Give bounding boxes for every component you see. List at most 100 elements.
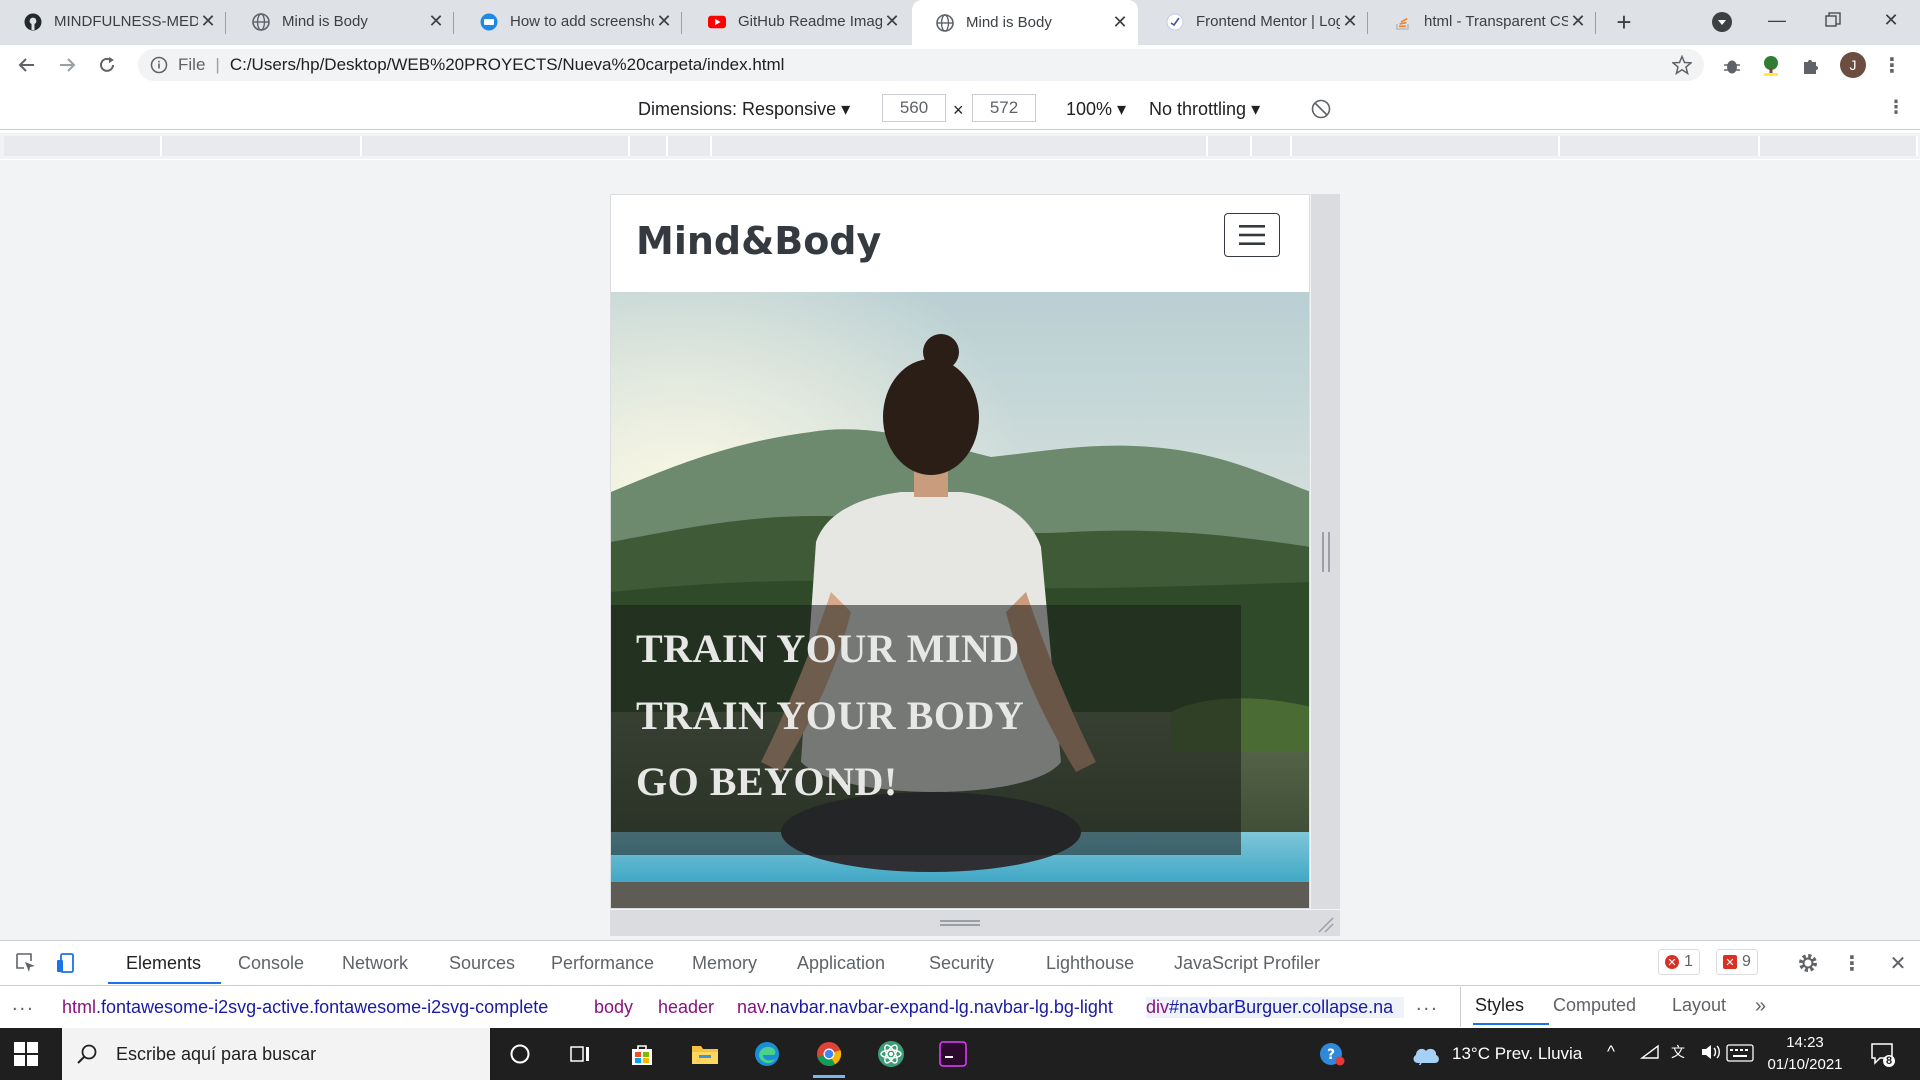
atom-icon[interactable]	[871, 1036, 911, 1072]
close-window-icon[interactable]: ✕	[1866, 0, 1916, 40]
close-tab-icon[interactable]: ✕	[198, 11, 218, 32]
inspect-element-icon[interactable]	[14, 951, 38, 975]
back-icon[interactable]	[13, 51, 41, 79]
taskbar-search[interactable]: Escribe aquí para buscar	[62, 1028, 490, 1080]
browser-tab[interactable]: Mind is Body ✕	[228, 0, 454, 43]
throttling-dropdown[interactable]: No throttling ▾	[1149, 99, 1260, 120]
keyboard-icon[interactable]	[1726, 1044, 1754, 1062]
tree-extension-icon[interactable]	[1759, 54, 1783, 78]
web-icon	[480, 13, 498, 31]
devtools-tab-network[interactable]: Network	[342, 953, 408, 974]
browser-toolbar: File | C:/Users/hp/Desktop/WEB%20PROYECT…	[0, 45, 1920, 85]
info-icon[interactable]	[150, 56, 168, 74]
task-view-icon[interactable]	[560, 1036, 600, 1072]
edge-icon[interactable]	[747, 1036, 787, 1072]
viewport-height-input[interactable]: 572	[972, 94, 1036, 122]
profile-avatar[interactable]: J	[1840, 52, 1866, 78]
site-brand[interactable]: Mind&Body	[636, 219, 881, 263]
close-tab-icon[interactable]: ✕	[882, 11, 902, 32]
browser-tab[interactable]: Frontend Mentor | Login ✕	[1142, 0, 1368, 43]
devtools-menu-icon[interactable]: ⋮	[1840, 951, 1864, 975]
more-tabs-icon[interactable]: »	[1755, 995, 1766, 1018]
tab-layout[interactable]: Layout	[1672, 995, 1726, 1016]
tray-chevron-icon[interactable]: ^	[1607, 1042, 1615, 1062]
reload-icon[interactable]	[93, 51, 121, 79]
corner-resize-handle-icon[interactable]	[1315, 914, 1335, 934]
devtools-tab-console[interactable]: Console	[238, 953, 304, 974]
devtools-tab-security[interactable]: Security	[929, 953, 994, 974]
rotate-icon[interactable]	[1310, 98, 1332, 120]
browser-tab-active[interactable]: Mind is Body ✕	[912, 0, 1138, 45]
viewport-width-input[interactable]: 560	[882, 94, 946, 122]
browser-tab[interactable]: html - Transparent CSS ✕	[1370, 0, 1596, 43]
input-method-icon[interactable]: 文	[1669, 1042, 1691, 1062]
help-icon[interactable]: ?	[1312, 1036, 1352, 1072]
devtools-tabbar: Elements Console Network Sources Perform…	[0, 941, 1920, 986]
terminal-icon[interactable]	[933, 1036, 973, 1072]
navbar-toggler-button[interactable]	[1224, 213, 1280, 257]
chrome-icon[interactable]	[809, 1036, 849, 1078]
address-bar[interactable]: File | C:/Users/hp/Desktop/WEB%20PROYECT…	[138, 49, 1704, 81]
device-toggle-icon[interactable]	[54, 951, 78, 975]
windows-start-icon[interactable]	[14, 1042, 38, 1066]
devtools-tab-performance[interactable]: Performance	[551, 953, 654, 974]
globe-icon	[936, 13, 954, 32]
close-tab-icon[interactable]: ✕	[1340, 11, 1360, 32]
breadcrumb-scroll-right[interactable]: ...	[1416, 993, 1439, 1016]
close-tab-icon[interactable]: ✕	[426, 11, 446, 32]
browser-menu-icon[interactable]: ⋮	[1882, 52, 1902, 78]
devtools-tab-elements[interactable]: Elements	[126, 953, 201, 974]
breadcrumb-item[interactable]: header	[658, 997, 714, 1018]
settings-gear-icon[interactable]	[1796, 951, 1820, 975]
url-text: C:/Users/hp/Desktop/WEB%20PROYECTS/Nueva…	[229, 55, 785, 74]
breadcrumb-item[interactable]: html.fontawesome-i2svg-active.fontawesom…	[62, 997, 548, 1018]
weather-cloud-icon[interactable]	[1406, 1036, 1446, 1072]
browser-tab[interactable]: GitHub Readme Images ✕	[684, 0, 910, 43]
new-tab-button[interactable]: +	[1610, 7, 1638, 37]
issues-badge[interactable]: ✕ 9	[1716, 949, 1758, 975]
media-query-bar	[0, 133, 1920, 159]
file-explorer-icon[interactable]	[685, 1036, 725, 1072]
notifications-icon[interactable]: 8	[1862, 1036, 1902, 1072]
close-devtools-icon[interactable]: ✕	[1886, 951, 1910, 975]
browser-tab[interactable]: MINDFULNESS-MEDITATION ✕	[0, 0, 226, 43]
tab-search-icon[interactable]	[1710, 10, 1734, 34]
scheme-label: File	[178, 55, 206, 74]
breadcrumb-item[interactable]: body	[594, 997, 633, 1018]
devtools-tab-sources[interactable]: Sources	[449, 953, 515, 974]
devtools-tab-js-profiler[interactable]: JavaScript Profiler	[1174, 953, 1320, 974]
right-resize-handle-icon[interactable]	[1322, 532, 1330, 572]
forward-icon[interactable]	[53, 51, 81, 79]
hero-section: TRAIN YOUR MIND TRAIN YOUR BODY GO BEYON…	[611, 292, 1309, 908]
errors-badge[interactable]: ✕ 1	[1658, 949, 1700, 975]
cortana-icon[interactable]	[500, 1036, 540, 1072]
devtools-tab-lighthouse[interactable]: Lighthouse	[1046, 953, 1134, 974]
bookmark-star-icon[interactable]	[1672, 55, 1692, 75]
minimize-window-icon[interactable]: —	[1752, 0, 1802, 40]
tab-title: How to add screenshots	[510, 13, 654, 30]
store-icon[interactable]	[622, 1036, 662, 1072]
bug-extension-icon[interactable]	[1720, 54, 1744, 78]
taskbar-clock[interactable]: 14:23 01/10/2021	[1760, 1032, 1850, 1076]
close-tab-icon[interactable]: ✕	[1110, 12, 1130, 33]
breadcrumb-item[interactable]: nav.navbar.navbar-expand-lg.navbar-lg.bg…	[737, 997, 1113, 1018]
extensions-puzzle-icon[interactable]	[1799, 54, 1823, 78]
restore-window-icon[interactable]	[1808, 0, 1858, 40]
device-toolbar-menu-icon[interactable]: ⋮	[1887, 97, 1905, 118]
close-tab-icon[interactable]: ✕	[654, 11, 674, 32]
browser-tab[interactable]: How to add screenshots ✕	[456, 0, 682, 43]
volume-icon[interactable]	[1700, 1042, 1722, 1062]
weather-text[interactable]: 13°C Prev. Lluvia	[1452, 1044, 1582, 1064]
tab-styles[interactable]: Styles	[1475, 995, 1524, 1016]
tab-computed[interactable]: Computed	[1553, 995, 1636, 1016]
dimension-separator: ×	[953, 100, 964, 120]
devtools-tab-memory[interactable]: Memory	[692, 953, 757, 974]
bottom-resize-handle-icon[interactable]	[940, 920, 980, 926]
zoom-dropdown[interactable]: 100% ▾	[1066, 99, 1126, 120]
network-icon[interactable]	[1640, 1042, 1660, 1062]
devtools-tab-application[interactable]: Application	[797, 953, 885, 974]
dimensions-dropdown[interactable]: Dimensions: Responsive ▾	[638, 99, 850, 120]
close-tab-icon[interactable]: ✕	[1568, 11, 1588, 32]
breadcrumb-item-selected[interactable]: div#navbarBurguer.collapse.na	[1146, 997, 1404, 1018]
emulated-viewport: Mind&Body TRAIN YOUR MIND TRAIN YOUR BOD…	[0, 160, 1920, 940]
